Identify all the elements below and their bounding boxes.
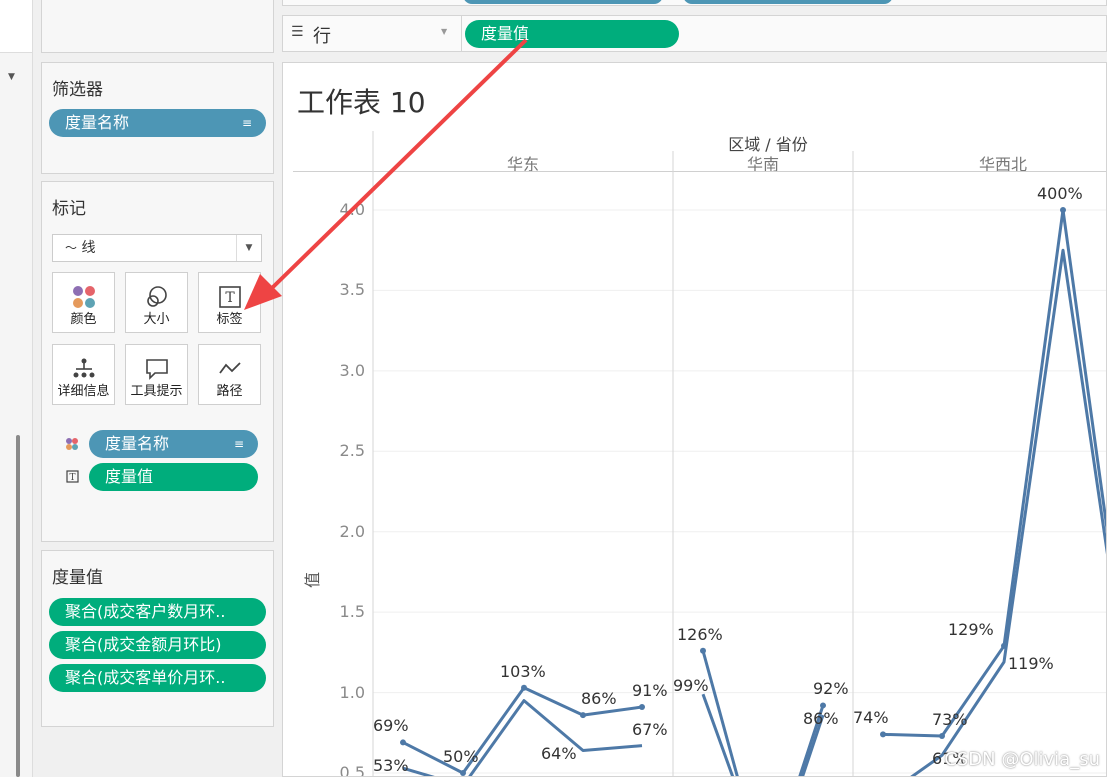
- list-icon: ☰: [291, 24, 304, 40]
- marks-tooltip-button[interactable]: 工具提示: [125, 344, 188, 405]
- series-line[interactable]: [882, 208, 1107, 738]
- data-label: 64%: [541, 744, 577, 764]
- measure-value-label: 聚合(成交金额月环比): [65, 635, 222, 654]
- data-point[interactable]: [820, 702, 826, 709]
- rows-pill-measure-values[interactable]: 度量值: [465, 20, 679, 48]
- data-label: 129%: [948, 619, 994, 639]
- data-label: 103%: [500, 661, 546, 681]
- data-label: 53%: [373, 756, 409, 776]
- data-label: 50%: [443, 747, 479, 766]
- line-chart[interactable]: [283, 63, 1107, 777]
- rows-label: 行: [313, 26, 331, 47]
- marks-color-button[interactable]: 颜色: [52, 272, 115, 333]
- sort-icon: ≡: [233, 437, 244, 451]
- scrollbar[interactable]: [16, 435, 20, 777]
- data-label: 126%: [677, 624, 723, 644]
- label-icon: T: [218, 286, 241, 308]
- data-label: 74%: [853, 708, 889, 728]
- detail-icon: [73, 358, 94, 378]
- measure-values-panel: 度量值 聚合(成交客户数月环.. 聚合(成交金额月环比) 聚合(成交客单价月环.…: [41, 550, 274, 727]
- sort-icon: ≡: [241, 116, 252, 130]
- data-label: 67%: [632, 719, 668, 739]
- measure-value-label: 聚合(成交客单价月环..: [65, 668, 226, 687]
- data-point[interactable]: [700, 647, 706, 654]
- filters-panel: 筛选器 度量名称 ≡: [41, 62, 274, 174]
- color-icon: [72, 286, 95, 308]
- data-label: 86%: [803, 709, 839, 729]
- data-point[interactable]: [400, 739, 406, 746]
- marks-detail-label: 详细信息: [57, 384, 110, 399]
- data-point[interactable]: [580, 712, 586, 719]
- series-line[interactable]: [701, 693, 825, 777]
- data-point[interactable]: [460, 770, 466, 776]
- marks-field-measure-values[interactable]: 度量值: [89, 463, 258, 491]
- data-label: 69%: [373, 716, 409, 736]
- data-label: 119%: [1008, 654, 1054, 673]
- marks-size-button[interactable]: 大小: [125, 272, 188, 333]
- data-label: 400%: [1037, 184, 1083, 203]
- rows-pill-label: 度量值: [481, 24, 530, 43]
- strip-top: [0, 0, 32, 53]
- marks-detail-button[interactable]: 详细信息: [52, 344, 115, 405]
- rows-shelf[interactable]: ☰ 行 ▼ 度量值: [282, 15, 1107, 52]
- measure-value-pill[interactable]: 聚合(成交客户数月环..: [49, 598, 266, 626]
- marks-field-label: 度量值: [105, 467, 154, 486]
- marks-tooltip-label: 工具提示: [130, 384, 183, 399]
- svg-text:T: T: [69, 473, 75, 483]
- chevron-down-icon[interactable]: ▼: [236, 235, 261, 261]
- chevron-down-icon[interactable]: ▼: [8, 72, 15, 82]
- svg-text:T: T: [225, 290, 235, 306]
- filters-title: 筛选器: [52, 80, 103, 100]
- measure-value-label: 聚合(成交客户数月环..: [65, 602, 226, 621]
- mark-type-label: 线: [81, 240, 96, 256]
- mark-type-dropdown[interactable]: 〜 线 ▼: [52, 234, 262, 262]
- filter-pill-label: 度量名称: [65, 113, 130, 132]
- left-side-strip: ▼: [0, 0, 33, 777]
- worksheet-view[interactable]: 工作表 10 区域 / 省份 华东 华南 华西北 值 4.0 3.5 3.0 2.5 2…: [282, 62, 1107, 777]
- path-icon: [218, 362, 241, 374]
- marks-title: 标记: [52, 199, 86, 219]
- measure-value-pill[interactable]: 聚合(成交金额月环比): [49, 631, 266, 659]
- data-point[interactable]: [880, 731, 886, 738]
- size-icon: [146, 286, 167, 307]
- panel-top-remnant: [41, 0, 274, 53]
- marks-panel: 标记 〜 线 ▼ 颜色 大小 T 标签 详细信息 工具提示 路径 度量名称 ≡ …: [41, 181, 274, 542]
- label-icon: T: [66, 470, 79, 483]
- data-label: 92%: [813, 679, 849, 699]
- marks-path-button[interactable]: 路径: [198, 344, 261, 405]
- dropdown-arrow-icon[interactable]: ▼: [441, 27, 447, 36]
- data-point[interactable]: [521, 684, 527, 691]
- data-label: 99%: [673, 676, 709, 696]
- columns-shelf-remnant: [282, 0, 1107, 6]
- marks-label-button[interactable]: T 标签: [198, 272, 261, 333]
- data-point[interactable]: [939, 733, 945, 740]
- data-label: 91%: [632, 681, 668, 701]
- marks-field-label: 度量名称: [105, 434, 170, 453]
- watermark: CSDN @Olivia_su: [944, 749, 1100, 770]
- measure-value-pill[interactable]: 聚合(成交客单价月环..: [49, 664, 266, 692]
- marks-size-label: 大小: [143, 312, 170, 327]
- color-icon: [66, 438, 78, 450]
- data-label: 73%: [932, 710, 968, 729]
- marks-color-label: 颜色: [70, 312, 97, 327]
- marks-field-measure-names[interactable]: 度量名称 ≡: [89, 430, 258, 458]
- marks-label-label: 标签: [216, 312, 243, 327]
- data-label: 86%: [581, 689, 617, 709]
- measure-values-title: 度量值: [52, 568, 103, 588]
- rows-shelf-label: ☰ 行 ▼: [283, 16, 462, 51]
- marks-path-label: 路径: [216, 384, 243, 399]
- data-point[interactable]: [1060, 207, 1066, 213]
- filter-pill-measure-names[interactable]: 度量名称 ≡: [49, 109, 266, 137]
- data-point[interactable]: [639, 704, 645, 711]
- tooltip-icon: [145, 359, 168, 380]
- line-mark-icon: 〜: [65, 241, 78, 255]
- series-line[interactable]: [883, 248, 1107, 777]
